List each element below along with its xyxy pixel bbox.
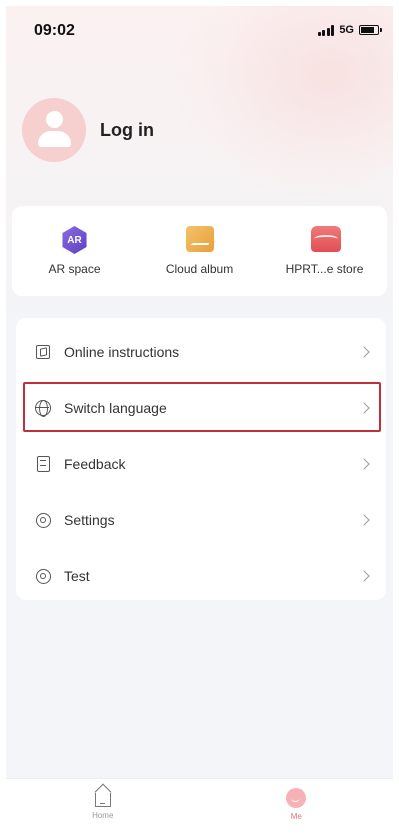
chevron-right-icon: [358, 458, 370, 470]
chevron-right-icon: [358, 346, 370, 358]
battery-icon: [359, 25, 382, 35]
user-avatar-icon[interactable]: [22, 98, 86, 162]
document-icon: [32, 453, 54, 475]
nav-item-home[interactable]: Home: [6, 779, 200, 830]
status-indicators: 5G: [317, 24, 382, 36]
cloud-album-icon: [185, 226, 214, 254]
menu-item-label: Settings: [64, 512, 115, 528]
quick-action-label: Cloud album: [165, 262, 234, 276]
chevron-right-icon: [358, 570, 370, 582]
quick-action-label: HPRT...e store: [285, 262, 364, 276]
chevron-right-icon: [358, 514, 370, 526]
app-screen: 09:02 5G Log in AR AR space Cloud album: [6, 6, 393, 830]
ar-space-icon: AR: [61, 226, 89, 254]
network-type: 5G: [339, 24, 354, 36]
store-icon: [310, 226, 341, 254]
login-label[interactable]: Log in: [100, 120, 154, 141]
nav-label: Me: [290, 812, 302, 821]
menu-item-switch-language[interactable]: Switch language: [16, 382, 386, 434]
me-icon: [286, 788, 307, 808]
bottom-nav: Home Me: [6, 778, 393, 830]
menu-item-online-instructions[interactable]: Online instructions: [16, 326, 386, 378]
home-icon: [94, 793, 111, 807]
signal-bars-icon: [317, 24, 335, 36]
globe-icon: [32, 397, 54, 419]
nav-label: Home: [92, 811, 114, 820]
menu-card: Online instructions Switch language Feed…: [16, 318, 386, 600]
quick-actions-card: AR AR space Cloud album HPRT...e store: [12, 206, 387, 296]
menu-item-settings[interactable]: Settings: [16, 494, 386, 546]
book-icon: [32, 341, 54, 363]
menu-item-test[interactable]: Test: [16, 550, 386, 602]
quick-action-store[interactable]: HPRT...e store: [270, 226, 380, 276]
chevron-right-icon: [358, 402, 370, 414]
gear-icon: [32, 509, 54, 531]
nav-item-me[interactable]: Me: [200, 779, 394, 830]
menu-item-label: Switch language: [64, 400, 167, 416]
quick-action-ar-space[interactable]: AR AR space: [20, 226, 130, 276]
gear-icon: [32, 565, 54, 587]
menu-item-label: Test: [64, 568, 90, 584]
menu-item-feedback[interactable]: Feedback: [16, 438, 386, 490]
status-bar: 09:02 5G: [6, 6, 393, 54]
quick-action-label: AR space: [48, 262, 101, 276]
login-row[interactable]: Log in: [22, 98, 154, 162]
menu-item-label: Feedback: [64, 456, 126, 472]
menu-item-label: Online instructions: [64, 344, 180, 360]
status-time: 09:02: [34, 22, 75, 39]
quick-action-cloud-album[interactable]: Cloud album: [145, 226, 255, 276]
